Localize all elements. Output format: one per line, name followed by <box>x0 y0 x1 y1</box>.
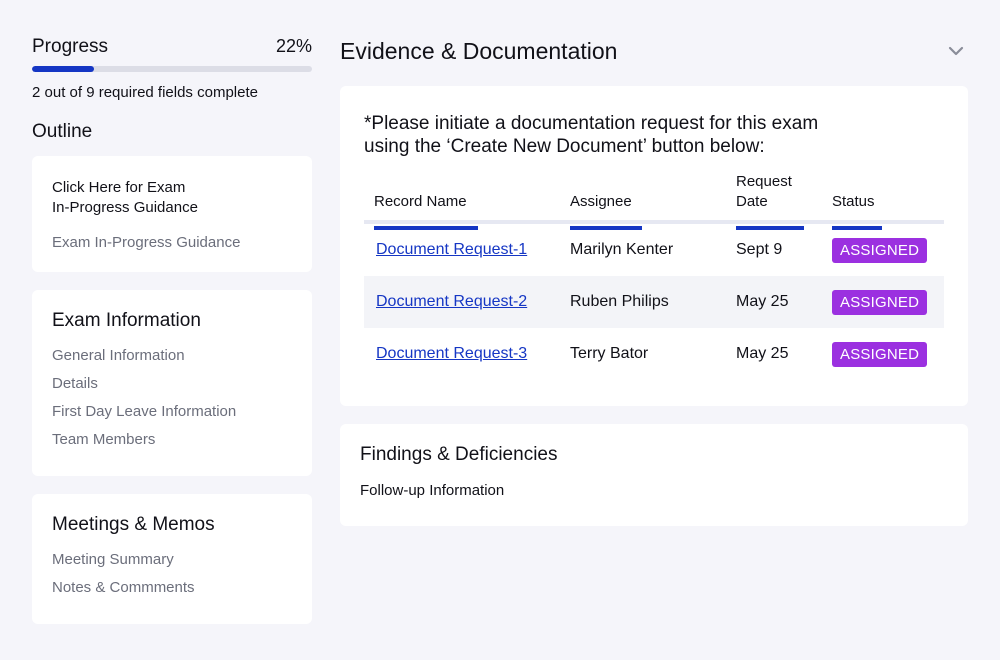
outline-item-notes-comments[interactable]: Notes & Commments <box>52 578 292 606</box>
main-panel: Evidence & Documentation *Please initiat… <box>340 36 968 526</box>
column-assignee[interactable]: Assignee <box>562 172 728 230</box>
left-panel: Progress 22% 2 out of 9 required fields … <box>32 36 312 624</box>
meetings-memos-title: Meetings & Memos <box>52 514 215 535</box>
document-table: Record Name Assignee Request Date Status… <box>364 172 944 380</box>
outline-item-general-information[interactable]: General Information <box>52 346 292 374</box>
table-row: Document Request-3 Terry Bator May 25 AS… <box>364 328 944 380</box>
progress-title: Progress <box>32 36 109 57</box>
record-link[interactable]: Document Request-1 <box>376 241 527 258</box>
date-cell: May 25 <box>736 345 789 362</box>
outline-title: Outline <box>32 121 93 142</box>
evidence-header: Evidence & Documentation <box>340 36 968 66</box>
column-status[interactable]: Status <box>824 172 944 230</box>
progress-header: Progress 22% <box>32 36 312 58</box>
findings-card: Findings & Deficiencies Follow-up Inform… <box>340 424 968 526</box>
outline-item-first-day-leave[interactable]: First Day Leave Information <box>52 402 292 430</box>
chevron-down-icon[interactable] <box>946 41 966 61</box>
date-cell: Sept 9 <box>736 241 783 258</box>
status-badge: ASSIGNED <box>832 289 928 315</box>
table-row: Document Request-1 Marilyn Kenter Sept 9… <box>364 224 944 276</box>
outline-item-team-members[interactable]: Team Members <box>52 430 292 458</box>
outline-item-details[interactable]: Details <box>52 374 292 402</box>
evidence-title: Evidence & Documentation <box>340 37 618 64</box>
instruction-text: *Please initiate a documentation request… <box>364 113 819 157</box>
assignee-cell: Ruben Philips <box>570 293 669 310</box>
guidance-card: Click Here for Exam In-Progress Guidance… <box>32 156 312 272</box>
status-badge: ASSIGNED <box>832 237 928 263</box>
guidance-link[interactable]: Click Here for Exam In-Progress Guidance <box>52 178 292 218</box>
exam-information-card: Exam Information General Information Det… <box>32 290 312 476</box>
column-record-name[interactable]: Record Name <box>364 172 562 230</box>
progress-status-text: 2 out of 9 required fields complete <box>32 84 258 101</box>
table-row: Document Request-2 Ruben Philips May 25 … <box>364 276 944 328</box>
assignee-cell: Terry Bator <box>570 345 649 362</box>
progress-bar-fill <box>32 66 94 72</box>
guidance-item[interactable]: Exam In-Progress Guidance <box>52 234 292 251</box>
evidence-card: *Please initiate a documentation request… <box>340 86 968 406</box>
meetings-memos-card: Meetings & Memos Meeting Summary Notes &… <box>32 494 312 624</box>
exam-page: Progress 22% 2 out of 9 required fields … <box>0 0 1000 660</box>
table-header: Record Name Assignee Request Date Status <box>364 172 944 230</box>
status-badge: ASSIGNED <box>832 341 928 367</box>
progress-bar <box>32 66 312 72</box>
findings-title: Findings & Deficiencies <box>360 444 558 465</box>
progress-percent: 22% <box>275 36 312 56</box>
exam-information-title: Exam Information <box>52 310 201 331</box>
assignee-cell: Marilyn Kenter <box>570 241 674 258</box>
findings-item-follow-up[interactable]: Follow-up Information <box>360 482 948 499</box>
record-link[interactable]: Document Request-3 <box>376 345 527 362</box>
date-cell: May 25 <box>736 293 789 310</box>
column-request-date[interactable]: Request Date <box>728 172 824 230</box>
outline-item-meeting-summary[interactable]: Meeting Summary <box>52 550 292 578</box>
record-link[interactable]: Document Request-2 <box>376 293 527 310</box>
